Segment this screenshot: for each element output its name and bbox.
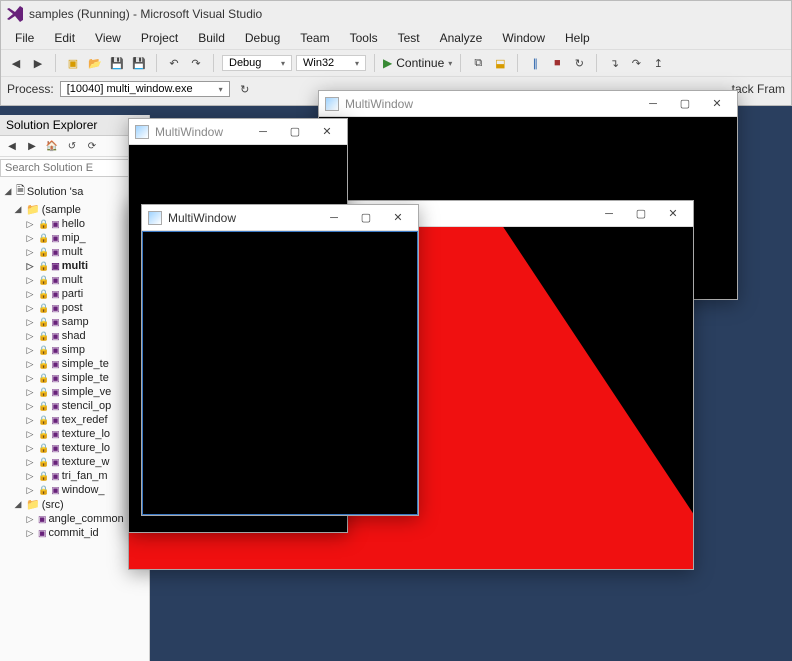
menu-edit[interactable]: Edit	[46, 29, 83, 47]
app-icon	[325, 97, 339, 111]
step-into-button[interactable]: ↴	[605, 54, 623, 72]
menu-window[interactable]: Window	[494, 29, 553, 47]
menu-analyze[interactable]: Analyze	[432, 29, 491, 47]
app-icon	[135, 125, 149, 139]
nav-back-button[interactable]: ◀	[7, 54, 25, 72]
nav-forward-button[interactable]: ▶	[29, 54, 47, 72]
new-project-button[interactable]: ▣	[64, 54, 82, 72]
maximize-button[interactable]: ▢	[352, 208, 380, 228]
menu-file[interactable]: File	[7, 29, 42, 47]
toolbar-sep	[213, 54, 214, 72]
toolbar-sep	[596, 54, 597, 72]
maximize-button[interactable]: ▢	[627, 204, 655, 224]
menu-debug[interactable]: Debug	[237, 29, 288, 47]
main-toolbar: ◀ ▶ ▣ 📂 💾 💾 ↶ ↷ Debug▾ Win32▾ ▶Continue▾…	[1, 49, 791, 77]
solution-root[interactable]: ◢🗎Solution 'sa	[2, 181, 147, 202]
menu-test[interactable]: Test	[390, 29, 428, 47]
restart-button[interactable]: ↻	[570, 54, 588, 72]
save-all-button[interactable]: 💾	[130, 54, 148, 72]
app-icon	[148, 211, 162, 225]
render-canvas	[142, 231, 418, 515]
se-home-button[interactable]: 🏠	[44, 138, 60, 154]
minimize-button[interactable]: ─	[320, 208, 348, 228]
close-button[interactable]: ✕	[384, 208, 412, 228]
toolbar-sep	[460, 54, 461, 72]
se-forward-button[interactable]: ▶	[24, 138, 40, 154]
redo-button[interactable]: ↷	[187, 54, 205, 72]
solution-search-input[interactable]	[0, 159, 149, 177]
play-icon: ▶	[383, 56, 392, 70]
undo-button[interactable]: ↶	[165, 54, 183, 72]
stackframe-label: tack Fram	[732, 82, 785, 96]
solution-tree: ◢🗎Solution 'sa ◢📁(sample ▷🔒▣hello▷🔒▣mip_…	[0, 179, 149, 542]
menu-view[interactable]: View	[87, 29, 129, 47]
window-title: MultiWindow	[155, 125, 249, 139]
window-title: MultiWindow	[345, 97, 639, 111]
project-node[interactable]: ◢📁(sample	[12, 202, 147, 217]
menu-bar: File Edit View Project Build Debug Team …	[1, 27, 791, 49]
window-titlebar[interactable]: MultiWindow ─ ▢ ✕	[142, 205, 418, 231]
platform-dropdown[interactable]: Win32▾	[296, 55, 366, 71]
step-out-button[interactable]: ↥	[649, 54, 667, 72]
window-title: samples (Running) - Microsoft Visual Stu…	[29, 7, 785, 21]
menu-build[interactable]: Build	[190, 29, 233, 47]
toolbar-misc2[interactable]: ⬓	[491, 54, 509, 72]
window-title: MultiWindow	[168, 211, 320, 225]
menu-help[interactable]: Help	[557, 29, 598, 47]
window-titlebar[interactable]: MultiWindow ─ ▢ ✕	[319, 91, 737, 117]
solution-explorer-title: Solution Explorer	[0, 115, 149, 136]
src-folder[interactable]: ◢📁(src)	[12, 497, 147, 512]
minimize-button[interactable]: ─	[595, 204, 623, 224]
process-dropdown[interactable]: [10040] multi_window.exe▾	[60, 81, 230, 97]
maximize-button[interactable]: ▢	[281, 122, 309, 142]
stop-debug-button[interactable]: ■	[548, 54, 566, 72]
vs-titlebar: samples (Running) - Microsoft Visual Stu…	[1, 1, 791, 27]
toolbar-sep	[156, 54, 157, 72]
continue-button[interactable]: ▶Continue▾	[383, 56, 452, 70]
multiwindow-window-active[interactable]: MultiWindow ─ ▢ ✕	[141, 204, 419, 516]
menu-tools[interactable]: Tools	[342, 29, 386, 47]
se-back-button[interactable]: ◀	[4, 138, 20, 154]
config-dropdown[interactable]: Debug▾	[222, 55, 292, 71]
toolbar-sep	[374, 54, 375, 72]
process-label: Process:	[7, 82, 54, 96]
toolbar-misc1[interactable]: ⧉	[469, 54, 487, 72]
toolbar-sep	[55, 54, 56, 72]
close-button[interactable]: ✕	[703, 94, 731, 114]
window-titlebar[interactable]: MultiWindow ─ ▢ ✕	[129, 119, 347, 145]
save-button[interactable]: 💾	[108, 54, 126, 72]
close-button[interactable]: ✕	[313, 122, 341, 142]
open-file-button[interactable]: 📂	[86, 54, 104, 72]
solution-explorer-toolbar: ◀ ▶ 🏠 ↺ ⟳	[0, 136, 149, 157]
maximize-button[interactable]: ▢	[671, 94, 699, 114]
toolbar-sep	[517, 54, 518, 72]
close-button[interactable]: ✕	[659, 204, 687, 224]
menu-team[interactable]: Team	[292, 29, 337, 47]
minimize-button[interactable]: ─	[249, 122, 277, 142]
visual-studio-logo-icon	[7, 6, 23, 22]
process-refresh-button[interactable]: ↻	[236, 80, 254, 98]
menu-project[interactable]: Project	[133, 29, 186, 47]
se-refresh-button[interactable]: ⟳	[84, 138, 100, 154]
minimize-button[interactable]: ─	[639, 94, 667, 114]
se-sync-button[interactable]: ↺	[64, 138, 80, 154]
step-over-button[interactable]: ↷	[627, 54, 645, 72]
break-all-button[interactable]: ∥	[526, 54, 544, 72]
